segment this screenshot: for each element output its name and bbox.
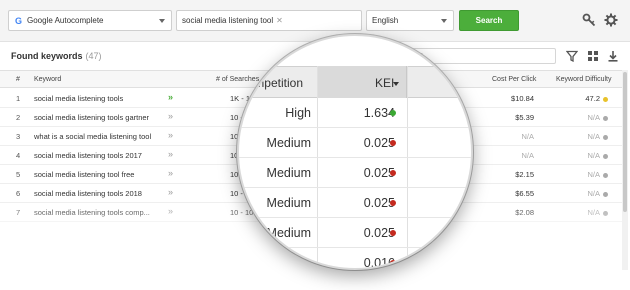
lens-kei-value: 0.025 xyxy=(363,136,395,150)
chevron-down-icon xyxy=(441,19,447,23)
scrollbar-thumb[interactable] xyxy=(623,72,627,212)
chevron-double-right-icon[interactable]: » xyxy=(168,168,173,178)
download-icon[interactable] xyxy=(607,50,619,62)
row-kd-value: 47.2 xyxy=(585,94,600,103)
query-chip: social media listening tool xyxy=(182,16,274,25)
row-number: 2 xyxy=(16,113,21,122)
status-dot-icon xyxy=(603,115,608,121)
row-number: 3 xyxy=(16,132,21,141)
grid-icon[interactable] xyxy=(587,50,599,62)
source-select[interactable]: G Google Autocomplete xyxy=(8,10,172,31)
chevron-double-right-icon[interactable]: » xyxy=(168,149,173,159)
toolbar: G Google Autocomplete social media liste… xyxy=(0,0,630,42)
row-keyword[interactable]: social media listening tools gartner xyxy=(34,113,149,122)
lens-kei-value: 0.016 xyxy=(363,256,395,270)
search-input[interactable]: social media listening tool ✕ xyxy=(176,10,362,31)
row-kd-value: N/A xyxy=(587,189,600,198)
row-cpc: $2.15 xyxy=(515,170,534,179)
lens-row: Medium 0.025 xyxy=(239,128,471,158)
kei-status-dot-icon xyxy=(390,110,396,116)
status-dot-icon xyxy=(603,172,608,178)
row-keyword[interactable]: social media listening tool free xyxy=(34,170,134,179)
chevron-double-right-icon[interactable]: » xyxy=(168,92,173,102)
found-count: (47) xyxy=(85,51,102,61)
status-dot-icon xyxy=(603,96,608,102)
row-kd: 47.2 xyxy=(560,94,608,103)
kei-status-dot-icon xyxy=(390,170,396,176)
row-cpc: N/A xyxy=(521,151,534,160)
lens-competition: Medium xyxy=(266,196,311,210)
row-keyword[interactable]: social media listening tools 2017 xyxy=(34,151,142,160)
row-keyword[interactable]: social media listening tools 2018 xyxy=(34,189,142,198)
row-cpc: N/A xyxy=(521,132,534,141)
google-g-icon: G xyxy=(15,15,23,26)
row-kd-value: N/A xyxy=(587,151,600,160)
source-label: Google Autocomplete xyxy=(27,16,104,25)
row-kd-value: N/A xyxy=(587,113,600,122)
chevron-double-right-icon[interactable]: » xyxy=(168,187,173,197)
found-title: Found keywords xyxy=(11,51,83,61)
chevron-double-right-icon[interactable]: » xyxy=(168,111,173,121)
status-dot-icon xyxy=(603,191,608,197)
gear-icon[interactable] xyxy=(604,13,618,27)
lens-row: Medium 0.025 xyxy=(239,188,471,218)
lens-kei-value: 0.025 xyxy=(363,226,395,240)
row-number: 4 xyxy=(16,151,21,160)
row-keyword[interactable]: what is a social media listening tool xyxy=(34,132,151,141)
close-icon[interactable]: ✕ xyxy=(276,16,283,25)
row-keyword[interactable]: social media listening tools xyxy=(34,94,123,103)
row-kd: N/A xyxy=(560,113,608,122)
row-number: 5 xyxy=(16,170,21,179)
kei-status-dot-icon xyxy=(390,260,396,266)
language-select[interactable]: English xyxy=(366,10,454,31)
col-keyword[interactable]: Keyword xyxy=(34,76,61,83)
lens-kei-value: 0.025 xyxy=(363,166,395,180)
status-dot-icon xyxy=(603,153,608,159)
row-cpc: $5.39 xyxy=(515,113,534,122)
lens-row: 0.016 xyxy=(239,248,471,270)
row-kd: N/A xyxy=(560,189,608,198)
row-number: 6 xyxy=(16,189,21,198)
lens-competition: Medium xyxy=(266,226,311,240)
row-kd: N/A xyxy=(560,170,608,179)
row-kd: N/A xyxy=(560,132,608,141)
row-cpc: $10.84 xyxy=(511,94,534,103)
lens-col-kei[interactable]: KEI xyxy=(375,76,394,90)
col-num: # xyxy=(16,76,20,83)
search-button[interactable]: Search xyxy=(459,10,519,31)
magnifier-lens: Competition KEI High 1.634 Medium 0.025 Medi… xyxy=(237,34,473,270)
row-kd-value: N/A xyxy=(587,170,600,179)
chevron-down-icon xyxy=(159,19,165,23)
lens-kei-value: 1.634 xyxy=(363,106,395,120)
row-kd-value: N/A xyxy=(587,132,600,141)
lens-row: Medium 0.025 xyxy=(239,158,471,188)
lens-col-competition[interactable]: Competition xyxy=(239,76,303,90)
row-cpc: $6.55 xyxy=(515,189,534,198)
lens-competition: Medium xyxy=(266,136,311,150)
key-icon[interactable] xyxy=(582,13,596,27)
chevron-double-right-icon[interactable]: » xyxy=(168,130,173,140)
status-dot-icon xyxy=(603,134,608,140)
lens-kei-value: 0.025 xyxy=(363,196,395,210)
row-kd: N/A xyxy=(560,151,608,160)
lens-row: Medium 0.025 xyxy=(239,218,471,248)
kei-status-dot-icon xyxy=(390,200,396,206)
sort-desc-icon xyxy=(393,82,399,86)
lens-row: High 1.634 xyxy=(239,98,471,128)
lens-competition: High xyxy=(285,106,311,120)
row-number: 1 xyxy=(16,94,21,103)
kei-status-dot-icon xyxy=(390,230,396,236)
filter-icon[interactable] xyxy=(566,50,578,62)
kei-status-dot-icon xyxy=(390,140,396,146)
lens-competition: Medium xyxy=(266,166,311,180)
col-cpc[interactable]: Cost Per Click xyxy=(492,76,536,83)
col-kd[interactable]: Keyword Difficulty xyxy=(556,76,612,83)
language-label: English xyxy=(372,16,399,25)
